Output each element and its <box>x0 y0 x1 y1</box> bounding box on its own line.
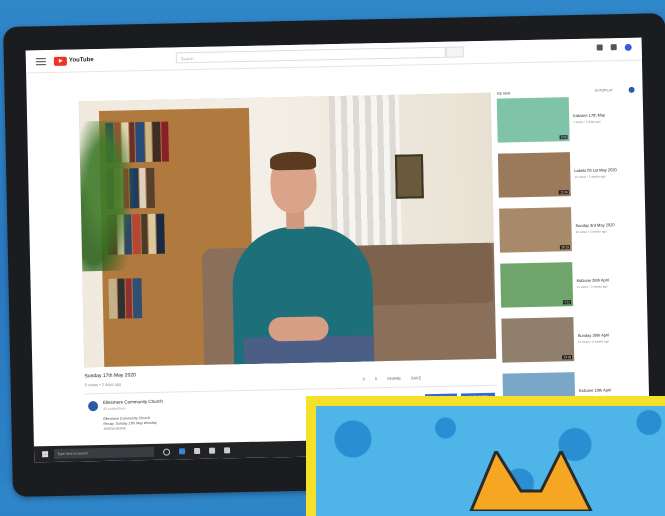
up-next-label: Up next <box>496 90 511 96</box>
video-duration: 26:19 <box>560 245 570 250</box>
edge-browser-icon[interactable] <box>179 448 186 455</box>
video-person-hands <box>268 316 329 342</box>
recommended-video-text: Kidzone 26th April 11 views • 3 weeks ago <box>572 261 609 314</box>
recommended-video-text: Kidzone 17th May 7 views • 2 days ago <box>569 96 606 149</box>
video-actions: 0 0 SHARE SAVE <box>363 375 422 381</box>
recommended-video-title[interactable]: Kidzone 26th April <box>577 277 609 283</box>
apps-icon[interactable] <box>596 44 603 51</box>
recommended-video-meta: 10 views • 2 weeks ago <box>575 229 607 235</box>
recommended-video-item[interactable]: 3:03 Kidzone 17th May 7 views • 2 days ago <box>496 96 638 151</box>
recommended-video-item[interactable]: 4:12 Kidzone 26th April 11 views • 3 weeks… <box>500 261 641 316</box>
video-scene-picture-frame <box>394 154 424 199</box>
autoplay-label: AUTOPLAY <box>594 88 614 93</box>
recommended-video-item[interactable]: 12:45 Labels 03 1st May 2020 15 views • 2 … <box>497 151 639 206</box>
person-thumbnail[interactable]: 12:45 <box>497 152 571 198</box>
video-scene-cushion <box>351 242 494 306</box>
taskbar-search-input[interactable]: Type here to search <box>54 446 155 460</box>
share-button[interactable]: SHARE <box>387 376 401 381</box>
search-button[interactable] <box>445 46 464 58</box>
video-title: Sunday 17th May 2020 <box>84 372 136 380</box>
video-duration: 24:33 <box>562 355 573 360</box>
recommended-video-meta: 11 views • 3 weeks ago <box>576 284 608 290</box>
youtube-top-bar: YouTube Search <box>25 37 642 74</box>
recommended-list: 3:03 Kidzone 17th May 7 views • 2 days ago… <box>496 96 644 429</box>
mail-icon[interactable] <box>224 447 231 454</box>
show-more-link[interactable]: SHOW MORE <box>104 424 224 432</box>
windows-start-icon[interactable] <box>42 451 49 458</box>
recommended-video-title[interactable]: Kidzone 17th May <box>573 112 605 118</box>
video-description: Ellesmere Community Church Recap: Sunday… <box>103 414 223 432</box>
like-button[interactable]: 0 <box>363 376 365 381</box>
kidzone-thumbnail[interactable]: 4:12 <box>500 262 574 308</box>
account-avatar[interactable] <box>624 43 632 51</box>
video-scene-window <box>328 94 402 247</box>
recommended-video-meta: 15 views • 2 weeks ago <box>574 174 606 180</box>
save-button[interactable]: SAVE <box>411 375 421 380</box>
recommended-video-item[interactable]: 24:33 Sunday 26th April 14 views • 3 weeks… <box>501 316 642 371</box>
video-meta: 0 views • 2 days ago <box>84 381 122 388</box>
top-right-icons <box>596 43 632 52</box>
recommended-video-text: Sunday 3rd May 2020 10 views • 2 weeks ag… <box>571 206 615 259</box>
recommended-video-meta: 14 views • 3 weeks ago <box>577 339 610 345</box>
channel-avatar[interactable] <box>88 401 99 412</box>
video-player[interactable] <box>78 92 497 368</box>
hamburger-menu-icon[interactable] <box>35 57 46 65</box>
recommended-video-item[interactable]: 26:19 Sunday 3rd May 2020 10 views • 2 wee… <box>499 206 640 261</box>
recommended-video-text: Labels 03 1st May 2020 15 views • 2 weeks… <box>570 151 618 204</box>
divider <box>84 384 497 395</box>
store-icon[interactable] <box>209 447 216 454</box>
promo-overlay-background <box>316 406 665 516</box>
file-explorer-icon[interactable] <box>194 447 201 455</box>
recommended-video-title[interactable]: Labels 03 1st May 2020 <box>574 167 617 173</box>
video-duration: 4:12 <box>563 300 572 305</box>
search-input[interactable]: Search <box>175 46 446 64</box>
recommended-video-title[interactable]: Kidzone 19th April <box>579 387 611 393</box>
promo-overlay-frame <box>306 396 665 516</box>
video-person-hair <box>269 151 317 171</box>
youtube-logo-word: YouTube <box>68 57 94 64</box>
autoplay-toggle[interactable] <box>628 86 635 93</box>
youtube-play-icon <box>53 56 67 66</box>
dislike-button[interactable]: 0 <box>375 376 377 381</box>
video-scene-plant <box>79 120 143 272</box>
video-duration: 12:45 <box>559 190 569 195</box>
person-thumbnail[interactable]: 26:19 <box>499 207 572 253</box>
person-thumbnail[interactable]: 24:33 <box>501 317 575 363</box>
channel-name[interactable]: Ellesmere Community Church <box>103 399 163 405</box>
notifications-icon[interactable] <box>610 44 617 51</box>
recommended-video-title[interactable]: Sunday 26th April <box>578 332 609 338</box>
recommended-video-meta: 7 views • 2 days ago <box>573 119 601 125</box>
channel-subscribers: 43 subscribers <box>103 406 126 411</box>
youtube-logo[interactable]: YouTube <box>53 56 94 66</box>
recommended-video-text: Sunday 26th April 14 views • 3 weeks ago <box>573 316 609 369</box>
video-duration: 3:03 <box>559 135 568 140</box>
star-badge-icon <box>469 451 593 511</box>
recommended-video-title[interactable]: Sunday 3rd May 2020 <box>575 222 614 228</box>
kidzone-thumbnail[interactable]: 3:03 <box>496 97 570 143</box>
cortana-icon[interactable] <box>163 448 171 456</box>
